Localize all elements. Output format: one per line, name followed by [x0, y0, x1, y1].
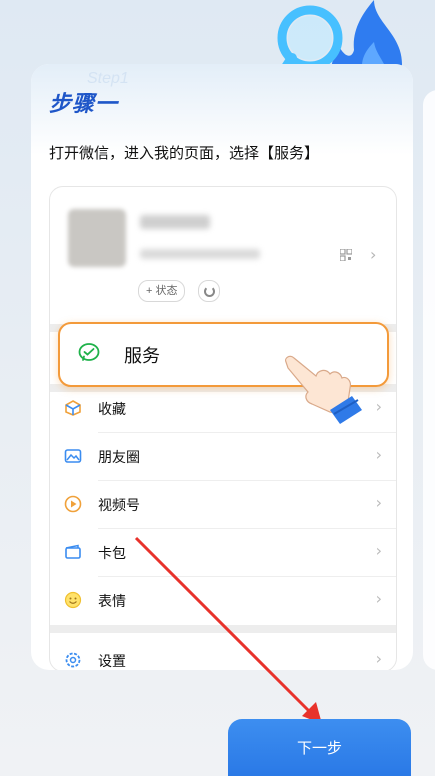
menu-item-label: 视频号	[98, 497, 140, 513]
menu-item-label: 表情	[98, 593, 126, 609]
avatar	[68, 209, 126, 267]
refresh-circle-icon	[204, 286, 215, 297]
section-divider	[50, 625, 396, 633]
smile-emoji-icon	[64, 591, 82, 609]
status-button[interactable]: + 状态	[138, 280, 186, 302]
service-label: 服务	[124, 346, 160, 366]
chevron-right-icon: ›	[375, 445, 382, 464]
step-instruction: 打开微信，进入我的页面，选择【服务】	[49, 145, 320, 162]
next-step-card-peek	[423, 90, 435, 670]
menu-item-label: 卡包	[98, 545, 126, 561]
profile-id-blurred	[140, 249, 260, 259]
chevron-right-icon: ›	[375, 493, 382, 512]
menu-item-label: 设置	[98, 653, 126, 669]
profile-name-blurred	[140, 215, 210, 229]
qr-code-icon	[340, 249, 352, 261]
menu-item-card-wallet[interactable]: 卡包 ›	[50, 529, 396, 577]
settings-gear-icon	[65, 652, 81, 668]
menu-item-moments[interactable]: 朋友圈 ›	[50, 433, 396, 481]
pointing-hand-icon	[285, 355, 362, 424]
profile-chevron-icon: ›	[370, 245, 377, 264]
chevron-right-icon: ›	[375, 589, 382, 608]
chevron-right-icon: ›	[375, 649, 382, 668]
menu-item-label: 朋友圈	[98, 449, 140, 465]
menu-item-stickers[interactable]: 表情 ›	[50, 577, 396, 625]
card-wallet-icon	[65, 544, 81, 559]
favorites-cube-icon	[65, 400, 81, 416]
menu-item-settings[interactable]: 设置 ›	[50, 637, 396, 670]
channels-play-icon	[64, 495, 82, 513]
status-circle-button[interactable]	[198, 280, 220, 302]
wechat-pay-icon	[78, 343, 100, 361]
menu-item-channels[interactable]: 视频号 ›	[50, 481, 396, 529]
chevron-right-icon: ›	[375, 397, 382, 416]
step-title: 步骤一	[49, 91, 119, 116]
next-step-button[interactable]: 下一步	[228, 719, 411, 776]
moments-image-icon	[64, 449, 82, 463]
menu-item-label: 收藏	[98, 401, 126, 417]
chevron-right-icon: ›	[375, 541, 382, 560]
